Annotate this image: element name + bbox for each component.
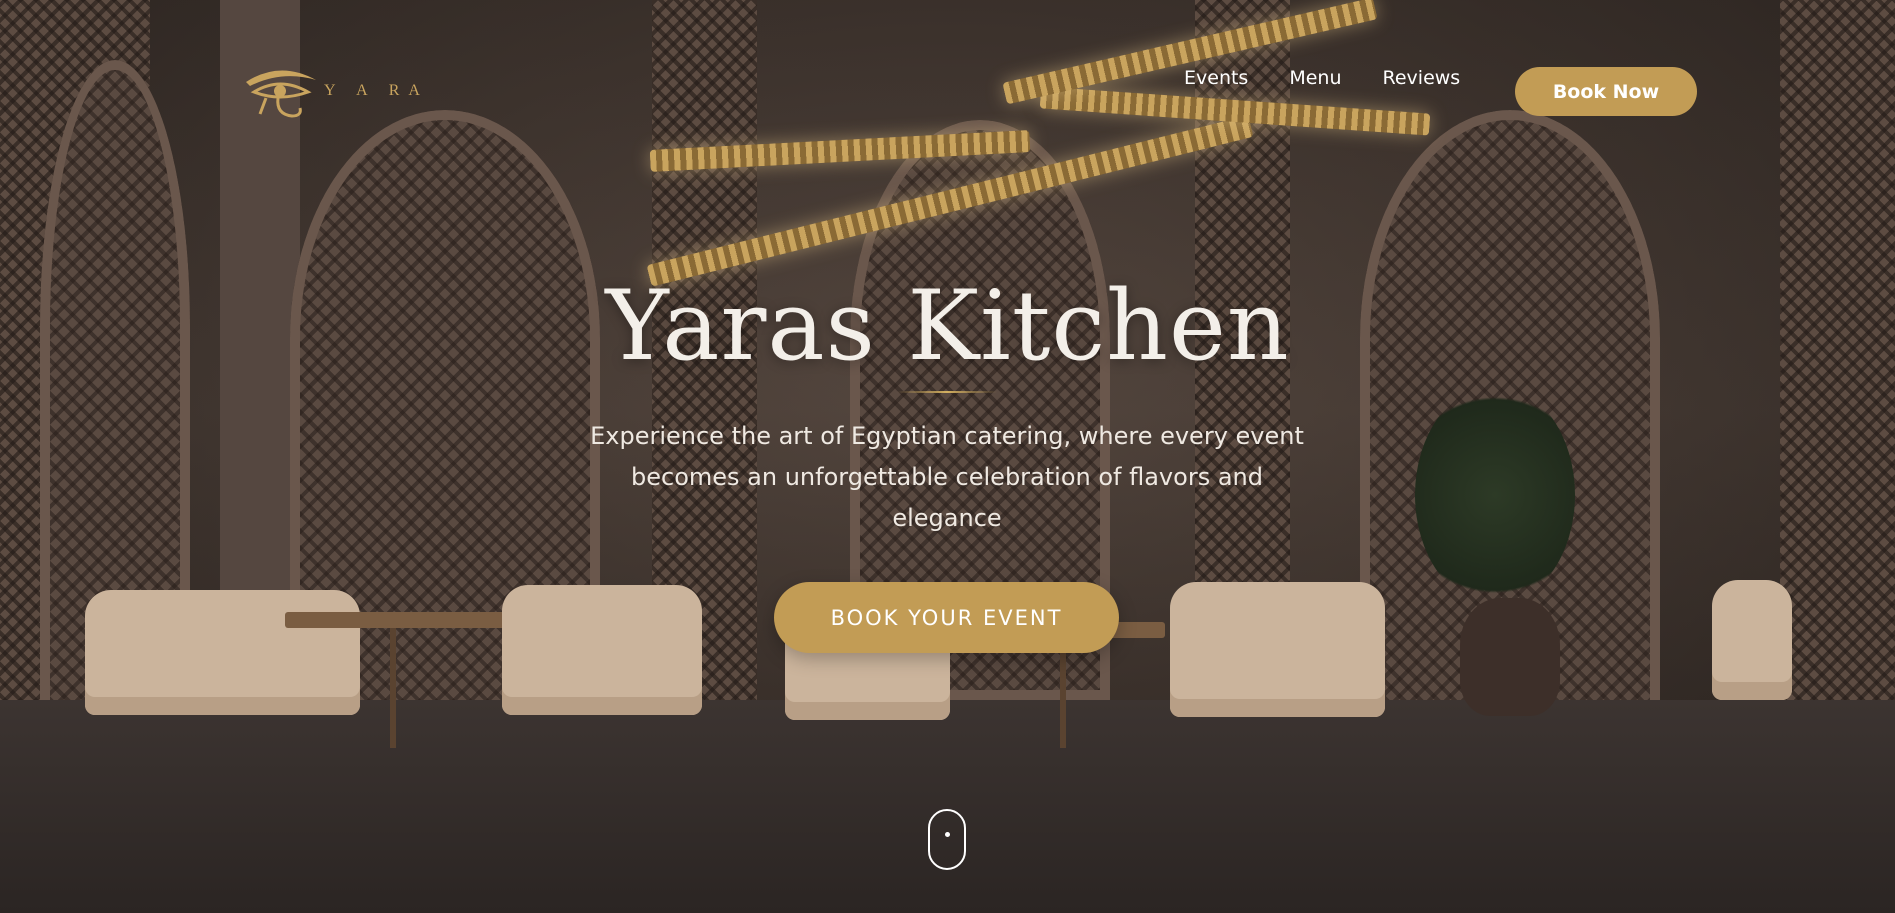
- plant: [1415, 385, 1575, 605]
- hero-subtitle: Experience the art of Egyptian catering,…: [590, 422, 1304, 532]
- table-leg: [390, 628, 396, 748]
- nav-link-events[interactable]: Events: [1184, 67, 1248, 89]
- armchair: [502, 585, 702, 715]
- scroll-dot-icon: [945, 832, 950, 837]
- sofa: [85, 590, 360, 715]
- book-now-button[interactable]: Book Now: [1515, 67, 1697, 116]
- coffee-table: [285, 612, 505, 628]
- book-your-event-button[interactable]: BOOK YOUR EVENT: [774, 582, 1119, 653]
- scroll-down-indicator[interactable]: [928, 809, 966, 870]
- floor: [0, 700, 1895, 913]
- plant-pot: [1460, 598, 1560, 716]
- eye-of-horus-icon: [246, 70, 316, 118]
- main-nav: Events Menu Reviews: [1184, 67, 1501, 89]
- sofa: [1170, 582, 1385, 717]
- brand-wordmark: Y A RA: [324, 82, 429, 99]
- table-leg: [1060, 638, 1066, 748]
- nav-link-menu[interactable]: Menu: [1289, 67, 1341, 89]
- brand-logo[interactable]: Y A RA: [242, 62, 429, 120]
- title-divider: [897, 391, 997, 393]
- armchair: [1712, 580, 1792, 700]
- hero-section: Y A RA Events Menu Reviews Book Now Yara…: [0, 0, 1895, 913]
- nav-link-reviews[interactable]: Reviews: [1383, 67, 1461, 89]
- hero-title: Yaras Kitchen: [605, 270, 1290, 382]
